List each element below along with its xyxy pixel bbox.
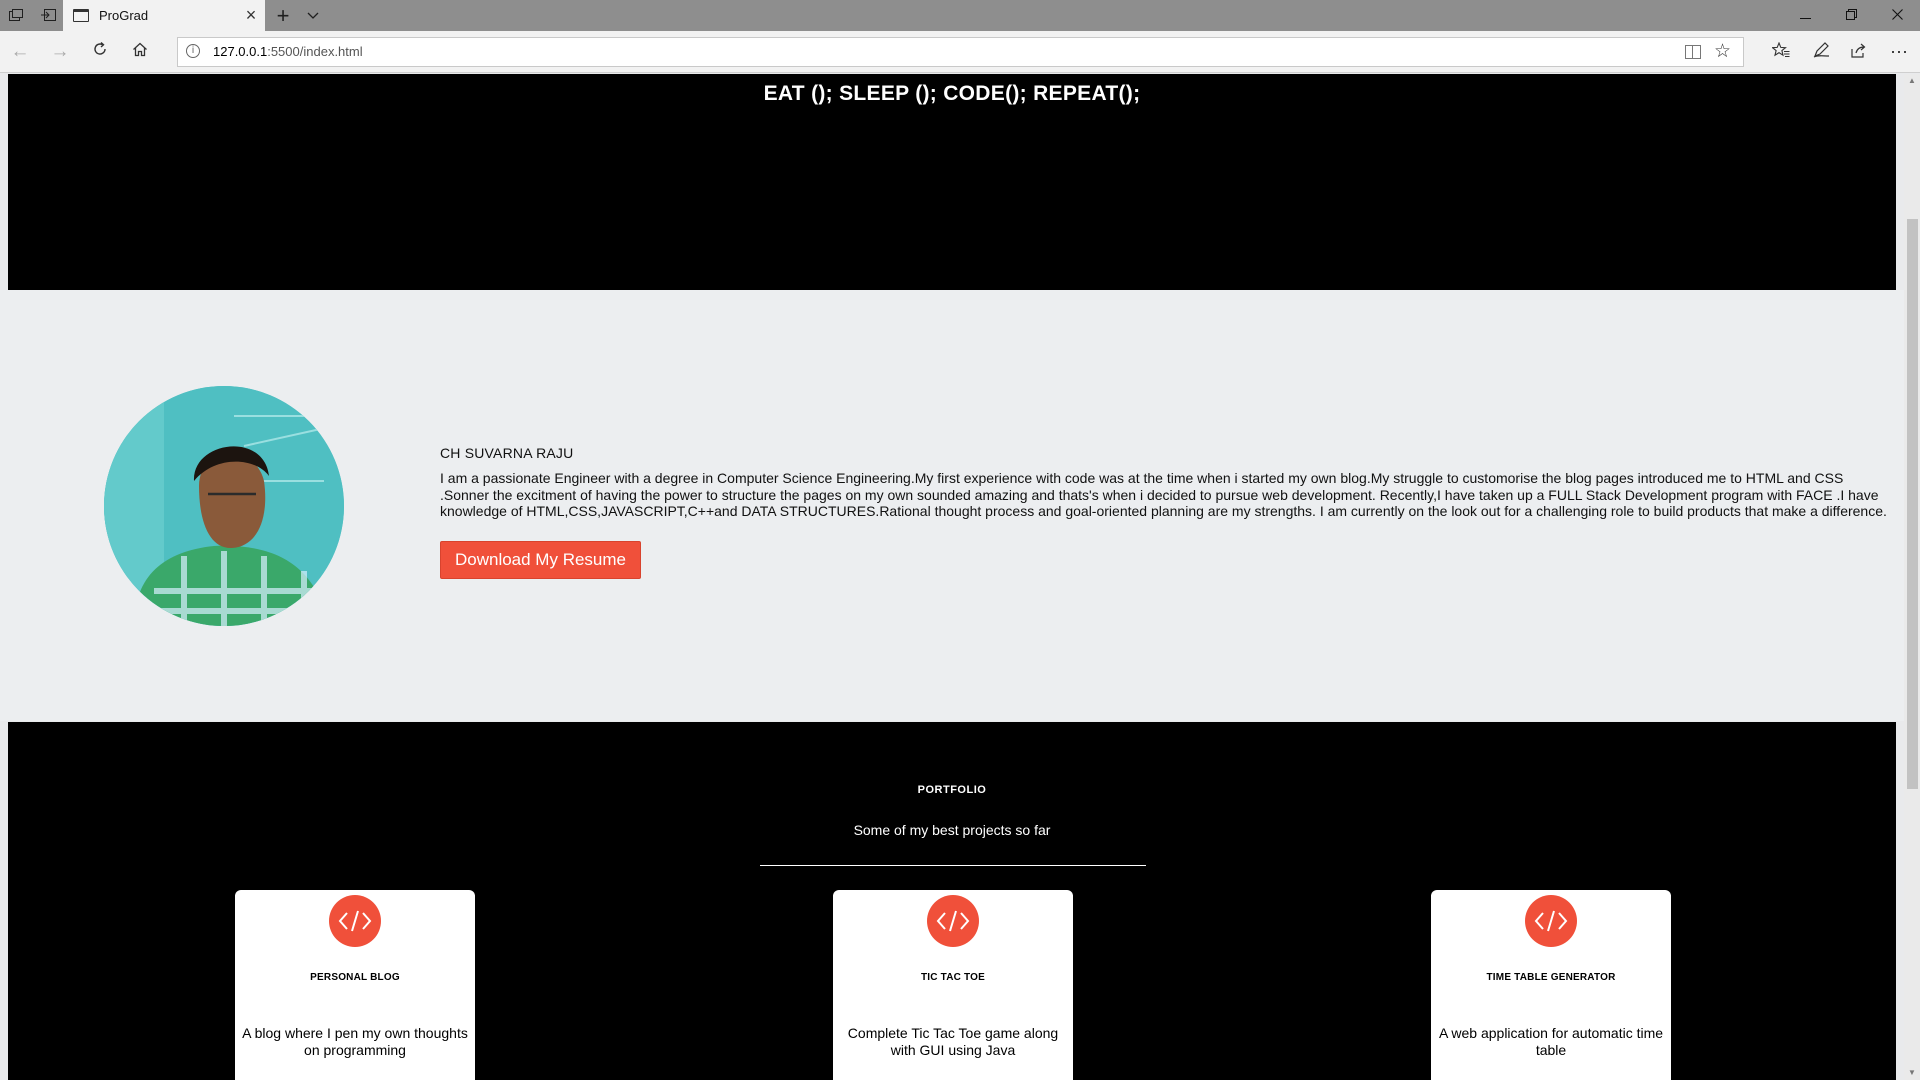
- hero-section: EAT (); SLEEP (); CODE(); REPEAT();: [8, 74, 1896, 290]
- restore-icon[interactable]: [1828, 0, 1874, 31]
- project-description: A blog where I pen my own thoughts on pr…: [242, 1025, 468, 1058]
- project-description: A web application for automatic time tab…: [1438, 1025, 1664, 1058]
- profile-photo: [104, 386, 344, 626]
- project-title: TIC TAC TOE: [920, 972, 986, 983]
- share-icon[interactable]: [1844, 38, 1874, 66]
- portfolio-section: PORTFOLIO Some of my best projects so fa…: [8, 722, 1896, 1080]
- info-icon[interactable]: i: [186, 44, 200, 58]
- page-icon: [73, 9, 89, 22]
- favorites-icon[interactable]: [1766, 38, 1796, 66]
- project-card-time-table-generator[interactable]: TIME TABLE GENERATOR A web application f…: [1431, 890, 1671, 1080]
- code-icon: [329, 895, 381, 947]
- project-title: TIME TABLE GENERATOR: [1486, 972, 1616, 983]
- address-bar[interactable]: i 127.0.0.1:5500/index.html ☆: [177, 37, 1744, 67]
- minimize-icon[interactable]: [1782, 0, 1828, 31]
- set-aside-tabs-icon[interactable]: [36, 5, 60, 27]
- tab-title: ProGrad: [99, 8, 149, 23]
- pen-icon[interactable]: [1806, 38, 1836, 66]
- project-title: PERSONAL BLOG: [310, 972, 400, 983]
- reading-view-icon[interactable]: [1685, 45, 1701, 59]
- url-host: 127.0.0.1: [213, 44, 268, 59]
- about-bio: I am a passionate Engineer with a degree…: [440, 470, 1887, 519]
- new-tab-icon[interactable]: +: [270, 2, 296, 30]
- download-resume-button[interactable]: Download My Resume: [440, 541, 641, 579]
- scroll-up-icon[interactable]: ▲: [1904, 74, 1920, 88]
- more-menu-icon[interactable]: ⋯: [1884, 38, 1914, 66]
- chevron-down-icon[interactable]: [300, 2, 326, 30]
- vertical-scrollbar[interactable]: ▲ ▼: [1904, 74, 1920, 1080]
- code-icon: [927, 895, 979, 947]
- scroll-down-icon[interactable]: ▼: [1904, 1066, 1920, 1080]
- browser-tab-bar: ProGrad × +: [0, 0, 1920, 31]
- url-path: :5500/index.html: [267, 44, 363, 59]
- address-url[interactable]: 127.0.0.1:5500/index.html: [213, 38, 363, 66]
- portfolio-title: PORTFOLIO: [917, 784, 987, 796]
- scrollbar-thumb[interactable]: [1907, 219, 1918, 789]
- about-section: CH SUVARNA RAJU I am a passionate Engine…: [0, 290, 1904, 721]
- close-window-icon[interactable]: [1874, 0, 1920, 31]
- project-card-personal-blog[interactable]: PERSONAL BLOG A blog where I pen my own …: [235, 890, 475, 1080]
- browser-tab-active[interactable]: ProGrad ×: [63, 0, 265, 31]
- star-icon[interactable]: ☆: [1714, 40, 1731, 64]
- browser-nav-bar: ← → i 127.0.0.1:5500/index.html ☆ ⋯: [0, 31, 1920, 73]
- portfolio-divider: [760, 865, 1146, 866]
- about-name: CH SUVARNA RAJU: [440, 445, 574, 461]
- refresh-icon[interactable]: [86, 39, 114, 65]
- close-tab-icon[interactable]: ×: [237, 5, 265, 26]
- portfolio-subtitle: Some of my best projects so far: [853, 822, 1051, 838]
- hero-title: EAT (); SLEEP (); CODE(); REPEAT();: [763, 82, 1141, 105]
- code-icon: [1525, 895, 1577, 947]
- project-card-tic-tac-toe[interactable]: TIC TAC TOE Complete Tic Tac Toe game al…: [833, 890, 1073, 1080]
- page-viewport: EAT (); SLEEP (); CODE(); REPEAT(); CH S…: [0, 74, 1920, 1080]
- back-arrow-icon[interactable]: ←: [6, 39, 34, 65]
- project-description: Complete Tic Tac Toe game along with GUI…: [847, 1025, 1059, 1058]
- forward-arrow-icon[interactable]: →: [46, 39, 74, 65]
- home-icon[interactable]: [126, 39, 154, 65]
- tab-actions-icon[interactable]: [4, 5, 28, 27]
